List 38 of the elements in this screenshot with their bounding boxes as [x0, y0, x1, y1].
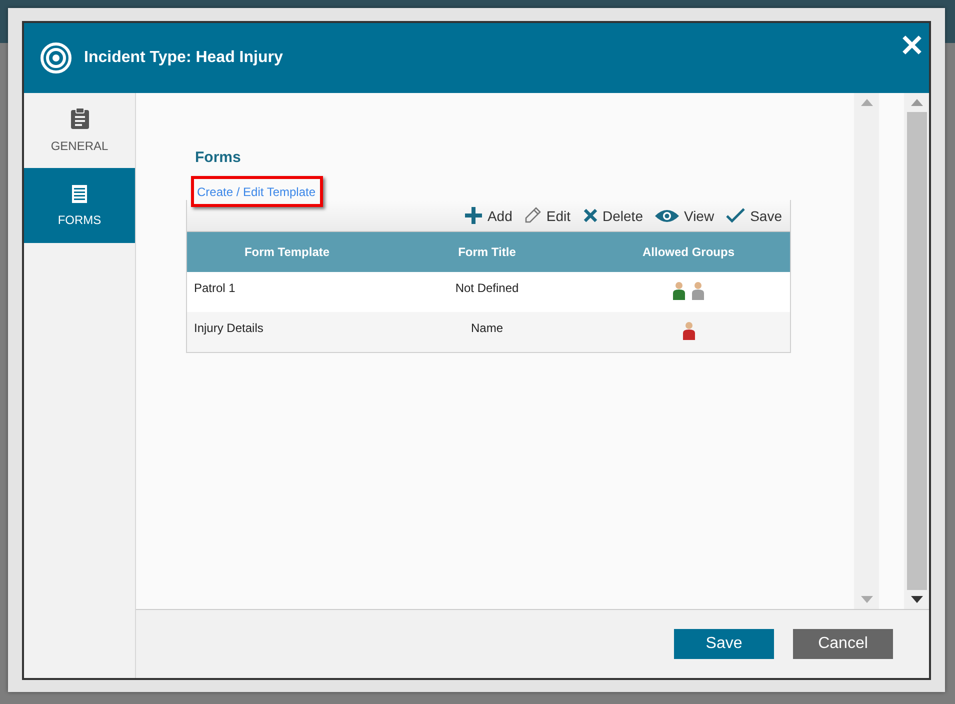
column-header: Allowed Groups — [641, 244, 736, 261]
table-cell-text: Not Defined — [454, 280, 520, 297]
scrollbar-thumb[interactable] — [906, 112, 926, 590]
eye-icon — [654, 208, 679, 222]
table-cell-text: Patrol 1 — [193, 280, 236, 297]
table-row[interactable]: Patrol 1 Not Defined — [187, 272, 790, 312]
toolbar-button[interactable]: View — [654, 208, 714, 224]
table-cell-text: Injury Details — [193, 320, 264, 337]
save-button[interactable]: Save — [674, 629, 774, 659]
toolbar-button[interactable]: Save — [726, 208, 782, 224]
document-icon — [72, 184, 87, 202]
section-title: Forms — [195, 149, 242, 166]
toolbar-button[interactable]: Delete — [582, 208, 643, 224]
dialog-title: Incident Type: Head Injury — [84, 49, 283, 67]
column-header: Form Template — [243, 244, 331, 261]
scroll-down-icon[interactable] — [910, 596, 922, 603]
sidebar-tab[interactable]: GENERAL — [24, 93, 135, 168]
clipboard-icon — [70, 108, 88, 129]
inner-scrollbar[interactable] — [854, 93, 879, 609]
column-header: Form Title — [457, 244, 517, 261]
cancel-button[interactable]: Cancel — [793, 629, 893, 659]
pencil-icon — [524, 207, 542, 224]
x-icon — [582, 208, 598, 223]
tab-label: GENERAL — [50, 139, 108, 153]
tab-label: FORMS — [58, 212, 102, 226]
table-cell-text: Name — [470, 320, 504, 337]
close-button[interactable] — [901, 34, 923, 56]
scroll-up-icon[interactable] — [910, 99, 922, 106]
toolbar-button[interactable]: Edit — [524, 207, 571, 224]
toolbar-button[interactable]: Add — [465, 207, 512, 224]
scroll-up-icon[interactable] — [860, 99, 872, 106]
target-icon — [40, 42, 72, 74]
checkmark-icon — [726, 208, 746, 223]
outer-scrollbar[interactable] — [904, 93, 929, 609]
plus-icon — [465, 207, 482, 224]
table-row[interactable]: Injury Details Name — [187, 312, 790, 352]
template-link[interactable]: Create / Edit Template — [197, 185, 316, 199]
sidebar-tab[interactable]: FORMS — [24, 168, 135, 243]
